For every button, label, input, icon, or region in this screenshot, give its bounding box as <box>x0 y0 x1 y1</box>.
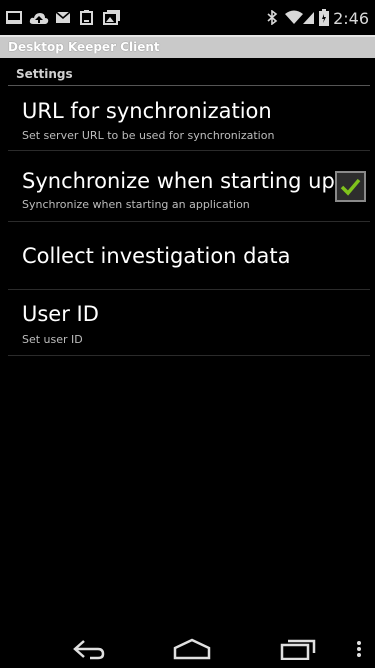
pref-url-for-synchronization[interactable]: URL for synchronization Set server URL t… <box>8 86 370 151</box>
cloud-upload-icon <box>29 10 49 29</box>
pref-title: URL for synchronization <box>22 99 272 123</box>
category-label: Settings <box>16 67 73 81</box>
app-title: Desktop Keeper Client <box>8 40 160 54</box>
status-time: 2:46 <box>333 9 369 28</box>
mail-icon <box>55 10 71 29</box>
checkmark-icon <box>340 178 361 196</box>
pref-title: Collect investigation data <box>22 244 291 268</box>
bluetooth-icon <box>266 9 278 29</box>
wifi-icon <box>285 10 303 29</box>
synchronize-checkbox[interactable] <box>335 171 366 202</box>
pref-title: Synchronize when starting up <box>22 169 335 193</box>
pref-summary: Set user ID <box>22 333 83 346</box>
pref-summary: Set server URL to be used for synchroniz… <box>22 129 275 142</box>
pref-summary: Synchronize when starting an application <box>22 198 250 211</box>
settings-category-header: Settings <box>8 58 370 86</box>
home-icon[interactable] <box>172 638 212 664</box>
back-icon[interactable] <box>70 638 106 664</box>
navigation-bar <box>0 630 375 668</box>
status-bar: 2:46 <box>0 0 375 35</box>
recent-apps-icon[interactable] <box>280 638 316 664</box>
signal-icon <box>303 10 315 29</box>
screen-icon <box>6 10 22 29</box>
app-title-bar: Desktop Keeper Client <box>0 35 375 58</box>
pref-collect-investigation-data[interactable]: Collect investigation data <box>8 222 370 290</box>
pref-synchronize-on-startup[interactable]: Synchronize when starting up Synchronize… <box>8 151 370 222</box>
menu-icon[interactable] <box>356 638 362 664</box>
clipboard-icon <box>80 10 94 29</box>
pref-title: User ID <box>22 302 99 326</box>
photo-icon <box>103 10 121 29</box>
battery-icon <box>319 9 329 30</box>
pref-user-id[interactable]: User ID Set user ID <box>8 290 370 356</box>
